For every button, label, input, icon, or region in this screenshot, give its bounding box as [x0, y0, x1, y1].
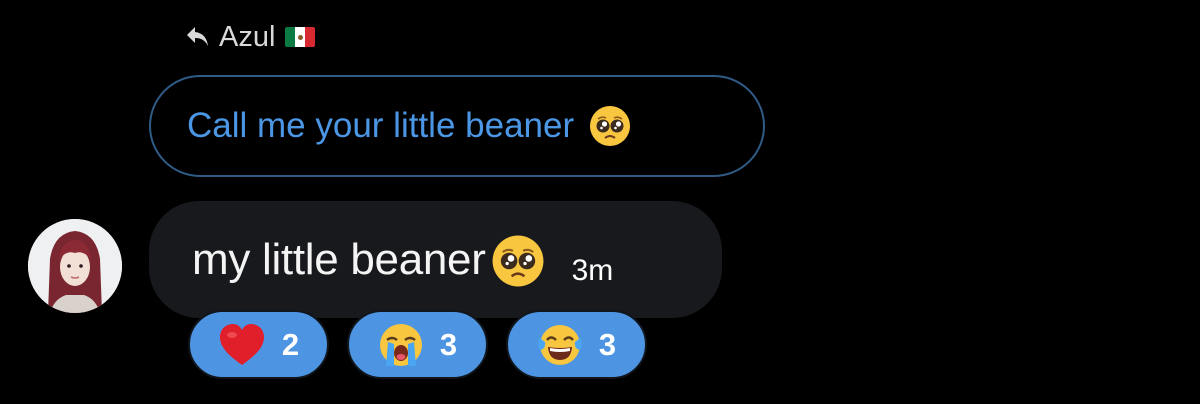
reaction-count: 3 [439, 326, 458, 362]
reaction-count: 3 [598, 326, 617, 362]
reply-header: Azul [186, 17, 316, 57]
message-timestamp: 3m [571, 253, 614, 287]
quoted-message-text: Call me your little beaner [187, 106, 575, 145]
avatar[interactable] [28, 219, 122, 313]
loudly-crying-face-icon [378, 322, 424, 368]
face-with-tears-of-joy-icon [537, 322, 583, 368]
quoted-message[interactable]: Call me your little beaner [149, 75, 765, 177]
reaction-heart[interactable]: 2 [188, 310, 329, 379]
pleading-face-icon [588, 104, 632, 148]
reply-arrow-icon [186, 26, 210, 48]
mexico-flag-icon [285, 27, 316, 47]
reaction-laughing[interactable]: 3 [506, 310, 647, 379]
message-bubble[interactable]: my little beaner 3m [149, 201, 722, 318]
reaction-crying[interactable]: 3 [347, 310, 488, 379]
pleading-face-icon [490, 233, 546, 289]
message-text: my little beaner [192, 234, 486, 284]
red-heart-icon [218, 323, 266, 367]
reaction-count: 2 [281, 326, 300, 362]
reply-author[interactable]: Azul [219, 21, 275, 54]
